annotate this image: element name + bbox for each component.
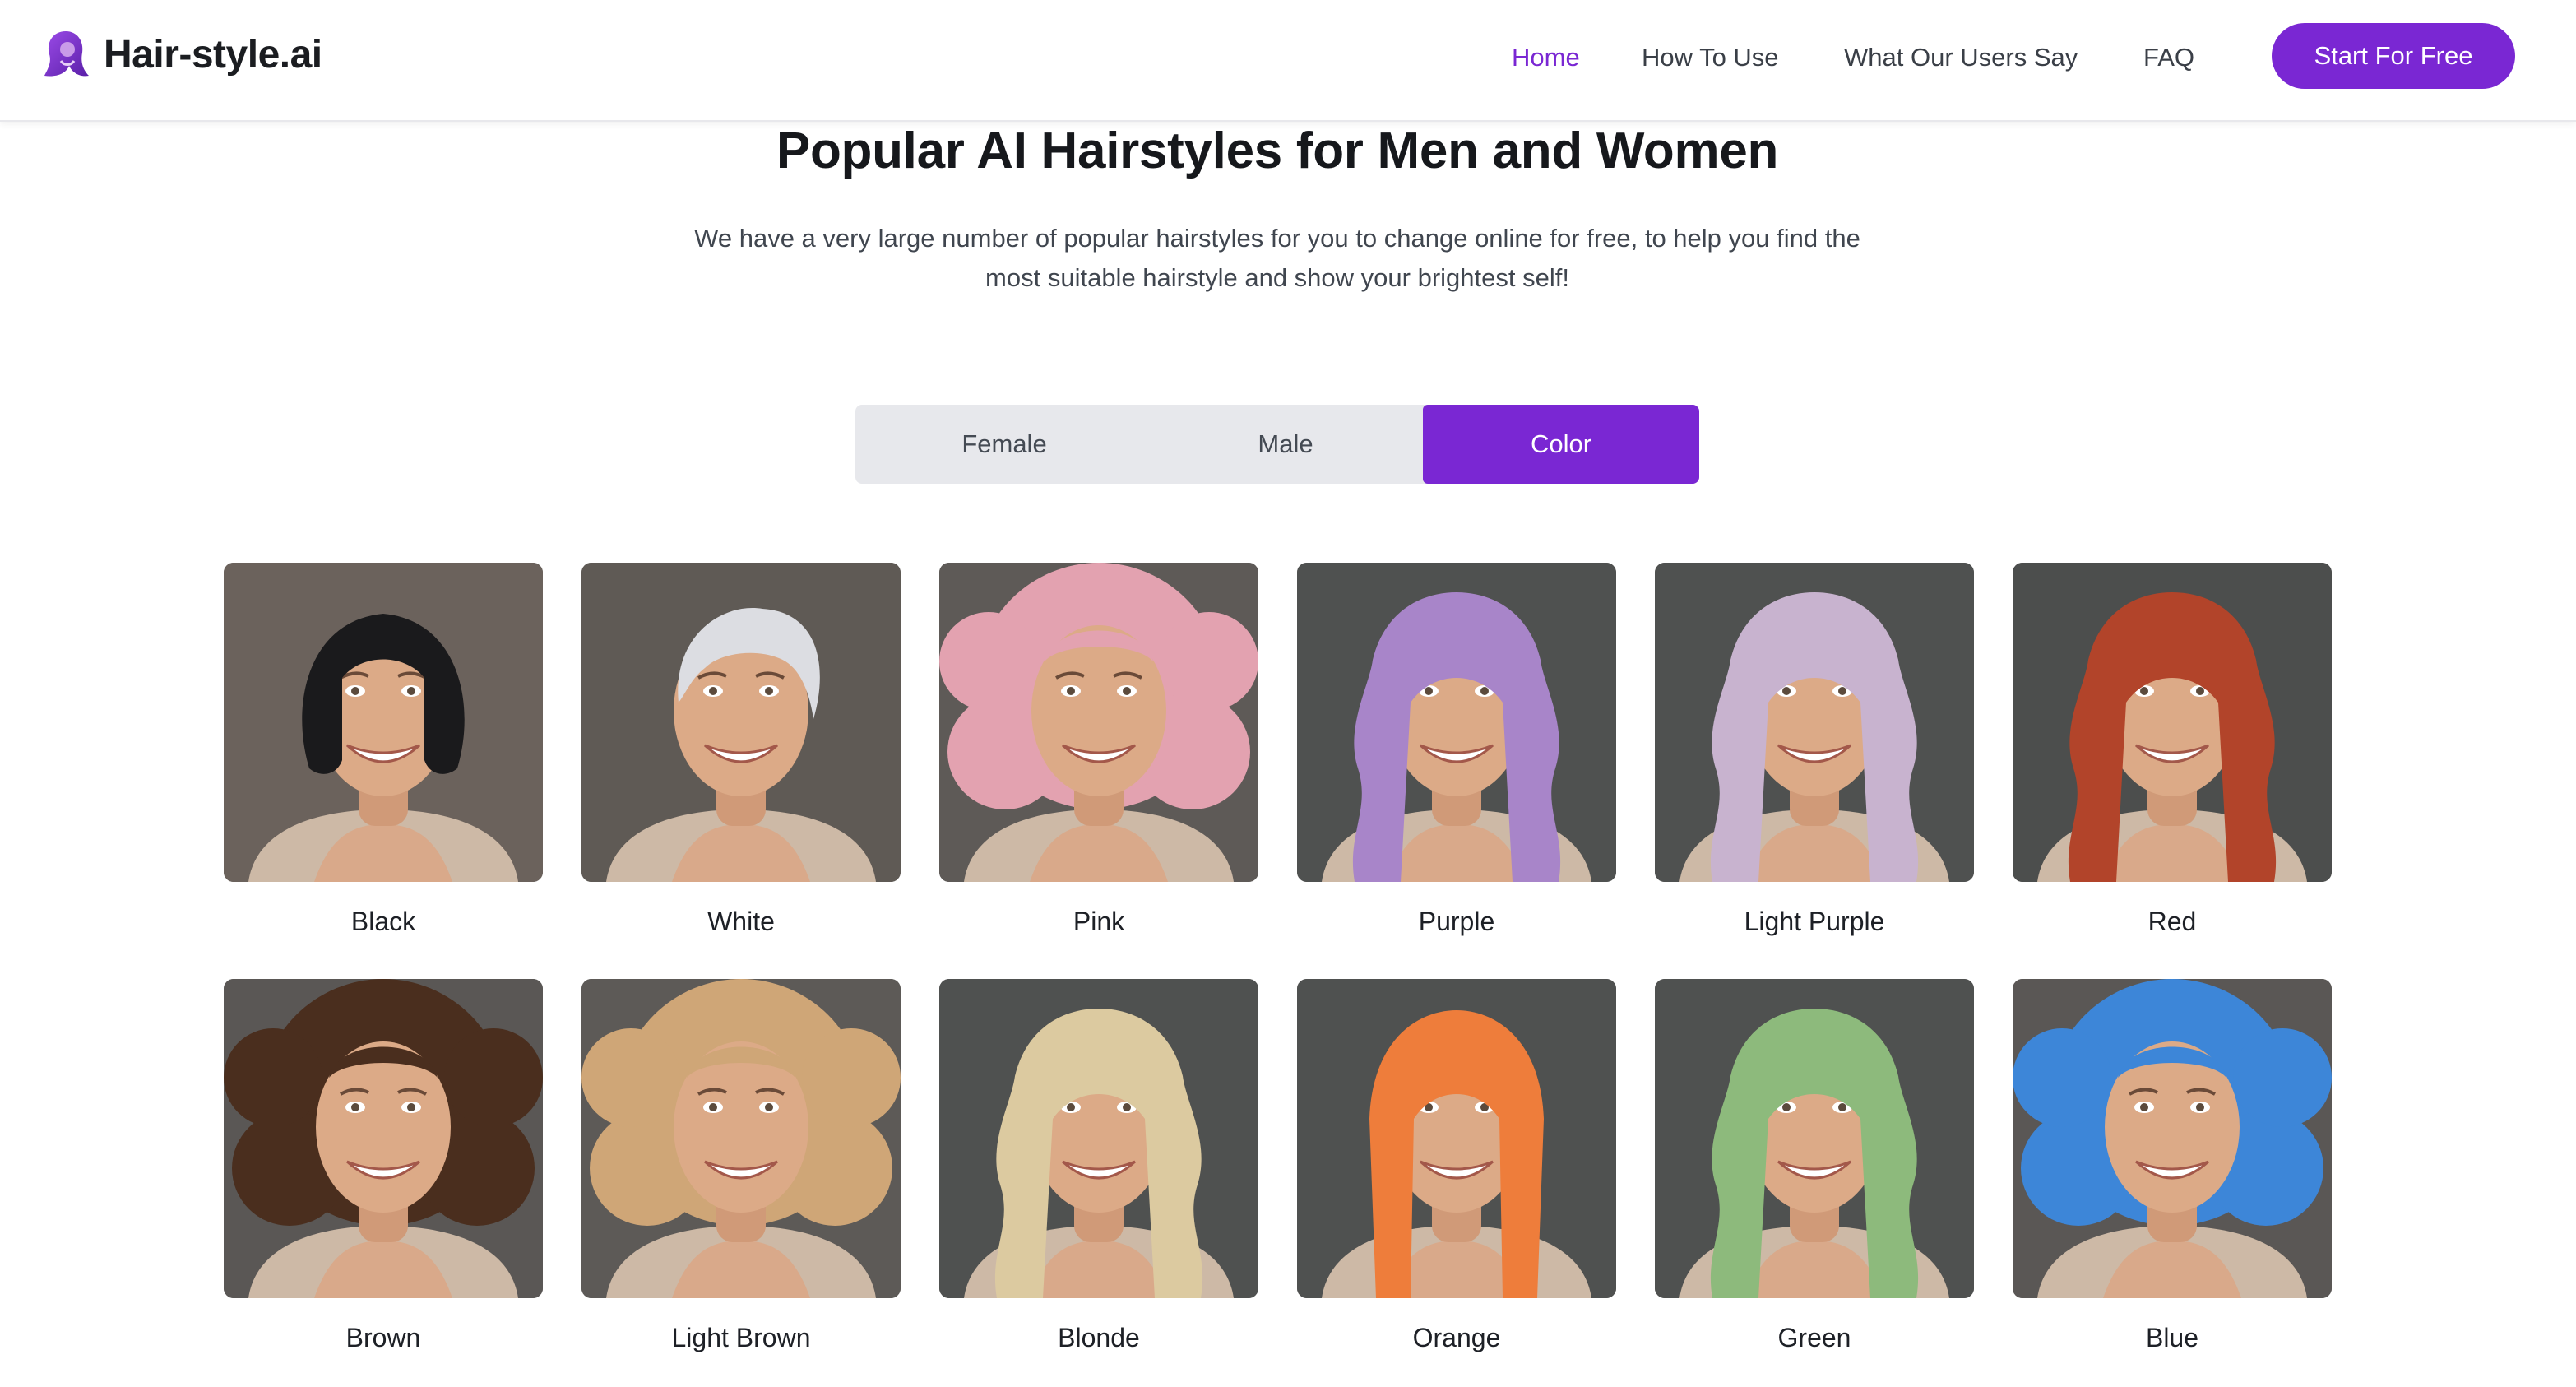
hairstyle-card-pink[interactable]: Pink: [939, 563, 1258, 939]
nav-home[interactable]: Home: [1512, 39, 1580, 76]
subtitle-line-2: most suitable hairstyle and show your br…: [985, 263, 1569, 292]
hairstyle-card-purple[interactable]: Purple: [1297, 563, 1616, 939]
hairstyle-label: Blue: [2145, 1323, 2199, 1352]
hairstyle-photo[interactable]: [581, 563, 901, 882]
hairstyle-label: Light Brown: [671, 1323, 811, 1352]
start-for-free-button[interactable]: Start For Free: [2272, 23, 2515, 89]
hairstyle-label: Orange: [1412, 1323, 1501, 1352]
hairstyle-photo[interactable]: [1297, 979, 1616, 1298]
brand-logo[interactable]: Hair-style.ai: [41, 28, 322, 82]
hair-logo-icon: [44, 31, 89, 77]
hairstyle-photo[interactable]: [224, 563, 543, 882]
hairstyle-card-black[interactable]: Black: [224, 563, 543, 939]
hairstyle-label: Green: [1777, 1323, 1851, 1352]
page-title: Popular AI Hairstyles for Men and Women: [776, 123, 1779, 179]
hairstyle-label: White: [707, 907, 775, 936]
hairstyle-photo[interactable]: [2013, 563, 2332, 882]
tab-color[interactable]: Color: [1423, 405, 1699, 484]
brand-name: Hair-style.ai: [104, 33, 322, 77]
tab-female[interactable]: Female: [855, 405, 1153, 484]
site-header: Hair-style.ai Home How To Use What Our U…: [0, 0, 2576, 122]
hairstyle-photo[interactable]: [939, 979, 1258, 1298]
hairstyle-card-blonde[interactable]: Blonde: [939, 979, 1258, 1356]
hairstyle-photo[interactable]: [1297, 563, 1616, 882]
hairstyle-label: Light Purple: [1744, 907, 1885, 936]
hairstyle-card-white[interactable]: White: [581, 563, 901, 939]
subtitle-line-1: We have a very large number of popular h…: [694, 224, 1860, 253]
hairstyle-photo[interactable]: [2013, 979, 2332, 1298]
hairstyle-label: Purple: [1418, 907, 1495, 936]
hairstyle-card-orange[interactable]: Orange: [1297, 979, 1616, 1356]
hairstyle-label: Pink: [1073, 907, 1125, 936]
tab-male[interactable]: Male: [1143, 405, 1428, 484]
hairstyle-label: Black: [350, 907, 416, 936]
hairstyle-photo[interactable]: [224, 979, 543, 1298]
hairstyle-photo[interactable]: [939, 563, 1258, 882]
hairstyle-card-light-purple[interactable]: Light Purple: [1655, 563, 1974, 939]
hairstyle-card-brown[interactable]: Brown: [224, 979, 543, 1356]
hairstyle-label: Blonde: [1058, 1323, 1140, 1352]
page-subtitle: We have a very large number of popular h…: [650, 219, 1905, 298]
hairstyle-label: Brown: [345, 1323, 421, 1352]
nav-how-to-use[interactable]: How To Use: [1642, 39, 1779, 76]
hairstyle-card-blue[interactable]: Blue: [2013, 979, 2332, 1356]
hairstyle-card-green[interactable]: Green: [1655, 979, 1974, 1356]
hairstyle-card-red[interactable]: Red: [2013, 563, 2332, 939]
hairstyle-photo[interactable]: [1655, 979, 1974, 1298]
hairstyle-label: Red: [2147, 907, 2197, 936]
hairstyle-photo[interactable]: [1655, 563, 1974, 882]
hairstyle-card-light-brown[interactable]: Light Brown: [581, 979, 901, 1356]
nav-what-our-users-say[interactable]: What Our Users Say: [1844, 39, 2078, 76]
category-tabs: Female Male Color: [855, 405, 1699, 484]
nav-faq[interactable]: FAQ: [2143, 39, 2194, 76]
hairstyle-photo[interactable]: [581, 979, 901, 1298]
